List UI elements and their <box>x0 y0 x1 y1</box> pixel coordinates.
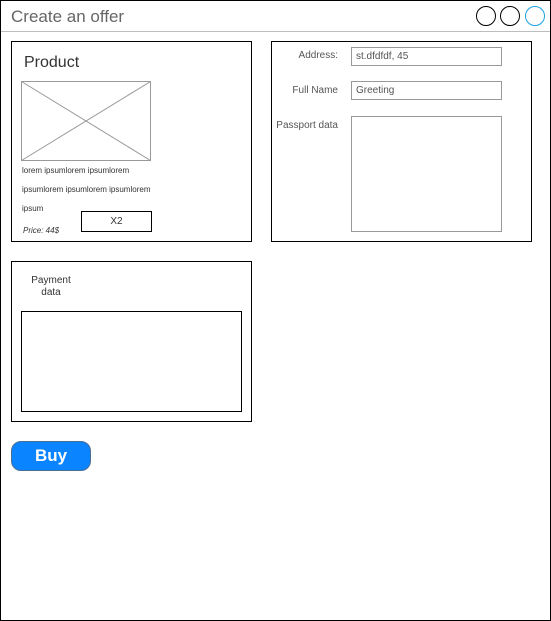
payment-data-box[interactable] <box>21 311 242 412</box>
offer-window: Create an offer Product lorem ipsumlorem… <box>0 0 551 621</box>
customer-form-panel: Address: Full Name Passport data <box>271 41 532 242</box>
product-description-line-1: lorem ipsumlorem ipsumlorem <box>22 166 130 175</box>
quantity-field[interactable]: X2 <box>81 211 152 232</box>
title-bar: Create an offer <box>1 1 550 32</box>
window-control-circle-3[interactable] <box>525 6 545 26</box>
product-price: Price: 44$ <box>23 226 60 235</box>
product-title: Product <box>24 54 80 71</box>
product-description-line-3: ipsum <box>22 204 44 213</box>
address-label: Address: <box>298 50 338 61</box>
window-title: Create an offer <box>11 7 125 26</box>
window-control-circle-2[interactable] <box>500 6 520 26</box>
full-name-input[interactable] <box>351 81 502 100</box>
product-description-line-2: ipsumlorem ipsumlorem ipsumlorem <box>22 185 151 194</box>
passport-data-field[interactable] <box>351 116 502 232</box>
image-placeholder-icon <box>21 81 151 161</box>
payment-label: Payment data <box>31 275 71 298</box>
window-control-circle-1[interactable] <box>476 6 496 26</box>
product-panel: Product lorem ipsumlorem ipsumlorem ipsu… <box>11 41 252 242</box>
buy-button[interactable]: Buy <box>11 441 91 471</box>
payment-panel: Payment data <box>11 261 252 422</box>
passport-label: Passport data <box>276 120 338 131</box>
address-input[interactable] <box>351 47 502 66</box>
full-name-label: Full Name <box>292 85 338 96</box>
